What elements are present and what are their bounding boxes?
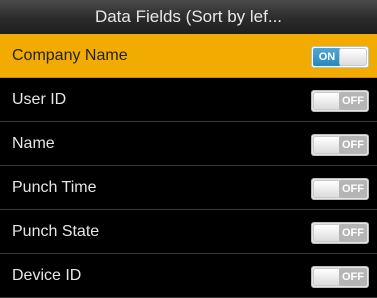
field-row-name[interactable]: Name OFF [0,122,377,166]
toggle-state-text: OFF [339,268,367,286]
field-label: Name [12,135,55,152]
toggle-knob [313,180,341,198]
toggle-knob [313,268,341,286]
field-list: Company Name ON User ID OFF Name OFF Pun… [0,34,377,298]
toggle-knob [339,48,367,66]
toggle-knob [313,136,341,154]
field-row-device-id[interactable]: Device ID OFF [0,254,377,298]
toggle-state-text: OFF [339,180,367,198]
toggle-state-text: OFF [339,224,367,242]
field-label: Punch Time [12,179,97,196]
toggle-knob [313,92,341,110]
toggle-switch[interactable]: OFF [311,134,369,156]
field-row-company-name[interactable]: Company Name ON [0,34,377,78]
field-row-user-id[interactable]: User ID OFF [0,78,377,122]
toggle-state-text: OFF [339,92,367,110]
toggle-state-text: OFF [339,136,367,154]
toggle-knob [313,224,341,242]
toggle-state-text: ON [313,48,341,66]
data-fields-screen: Data Fields (Sort by lef... Company Name… [0,0,377,298]
page-title: Data Fields (Sort by lef... [0,0,377,35]
field-row-punch-state[interactable]: Punch State OFF [0,210,377,254]
toggle-switch[interactable]: OFF [311,222,369,244]
toggle-switch[interactable]: ON [311,46,369,68]
field-label: User ID [12,91,67,108]
field-label: Company Name [12,47,128,64]
toggle-switch[interactable]: OFF [311,178,369,200]
toggle-switch[interactable]: OFF [311,90,369,112]
field-label: Device ID [12,267,82,284]
field-label: Punch State [12,223,100,240]
toggle-switch[interactable]: OFF [311,266,369,288]
field-row-punch-time[interactable]: Punch Time OFF [0,166,377,210]
